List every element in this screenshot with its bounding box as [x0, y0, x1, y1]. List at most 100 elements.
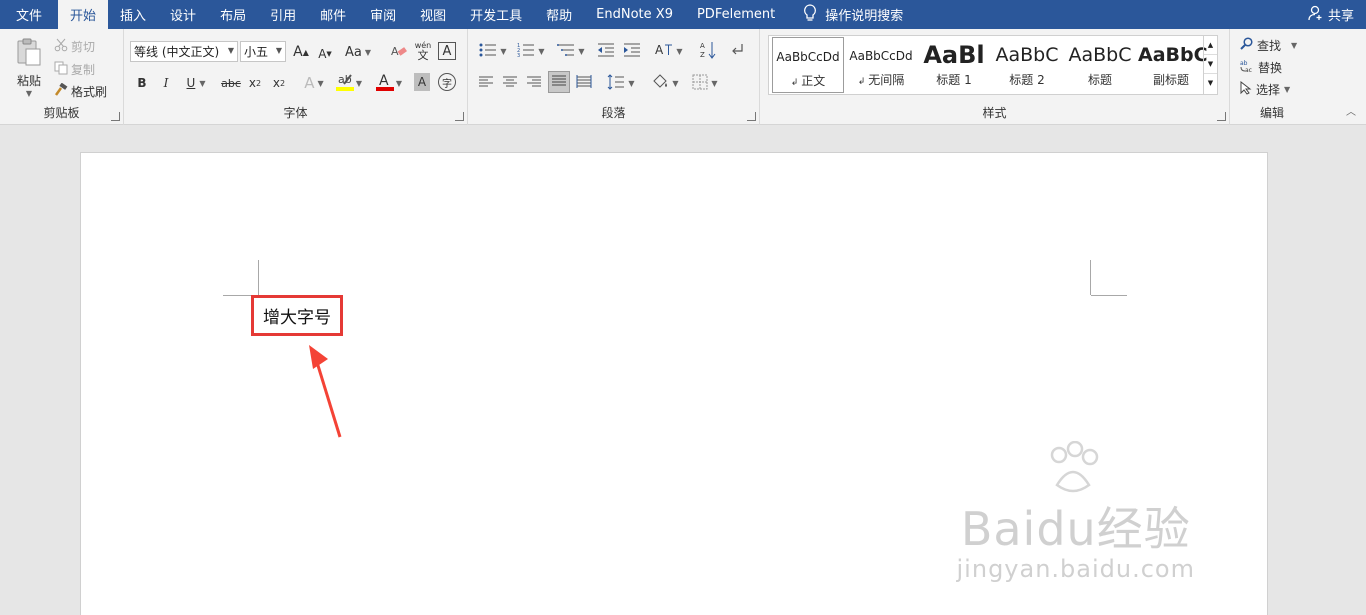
underline-button[interactable]: U ▼ — [182, 73, 210, 93]
style-preview: AaBl — [923, 41, 985, 69]
numbering-button[interactable]: 123 ▼ — [514, 41, 548, 61]
character-shading-button[interactable]: A — [414, 73, 430, 91]
line-spacing-button[interactable]: ▼ — [604, 73, 638, 93]
replace-button[interactable]: ab ac 替换 — [1240, 57, 1282, 77]
tab-endnote[interactable]: EndNote X9 — [584, 0, 685, 29]
styles-gallery: AaBbCcDd ↲ 正文 AaBbCcDd ↲ 无间隔 AaBl 标题 1 A… — [768, 35, 1218, 95]
style-subtitle[interactable]: AaBbC 副标题 — [1135, 37, 1207, 93]
tab-view[interactable]: 视图 — [408, 0, 458, 29]
shading-button[interactable]: ▼ — [648, 73, 682, 93]
style-preview: AaBbC — [995, 44, 1059, 66]
styles-scrollbar[interactable]: ▲ ▼ ▼ — [1203, 36, 1217, 94]
copy-icon — [54, 61, 68, 78]
align-left-icon — [478, 75, 494, 92]
borders-button[interactable]: ▼ — [688, 73, 722, 93]
sort-button[interactable]: AZ — [698, 41, 718, 61]
align-left-button[interactable] — [476, 73, 496, 93]
more-styles-icon[interactable]: ▼ — [1204, 74, 1217, 93]
format-painter-button[interactable]: 格式刷 — [54, 82, 107, 100]
change-case-button[interactable]: Aa ▼ — [342, 42, 374, 62]
enclose-characters-button[interactable]: 字 — [438, 73, 456, 91]
phonetic-guide-button[interactable]: wén 文 — [414, 39, 432, 63]
tab-pdfelement[interactable]: PDFelement — [685, 0, 787, 29]
style-heading-1[interactable]: AaBl 标题 1 — [918, 37, 990, 93]
clear-formatting-button[interactable]: A — [390, 42, 408, 62]
underline-icon: U — [186, 76, 196, 90]
enclose-characters-icon: 字 — [442, 78, 452, 90]
style-normal[interactable]: AaBbCcDd ↲ 正文 — [772, 37, 844, 93]
cut-label: 剪切 — [71, 39, 96, 54]
strikethrough-button[interactable]: abc — [220, 73, 242, 93]
svg-text:A: A — [655, 43, 664, 57]
dialog-launcher-icon[interactable] — [111, 112, 120, 121]
font-size-select[interactable]: 小五 ▼ — [240, 41, 286, 62]
document-text[interactable]: 增大字号 — [251, 295, 343, 336]
scroll-down-icon[interactable]: ▼ — [1204, 55, 1217, 74]
clipboard-icon — [14, 37, 44, 70]
tab-file[interactable]: 文件 — [0, 0, 58, 29]
decrease-indent-button[interactable] — [596, 41, 616, 61]
character-border-button[interactable]: A — [438, 42, 456, 60]
chinese-layout-button[interactable]: A ▼ — [652, 41, 686, 61]
superscript-mark: 2 — [280, 78, 286, 88]
increase-indent-button[interactable] — [622, 41, 642, 61]
crop-mark — [1091, 295, 1127, 296]
distributed-button[interactable] — [574, 73, 594, 93]
subscript-button[interactable]: x2 — [246, 73, 264, 93]
show-paragraph-marks-button[interactable] — [728, 41, 748, 61]
style-no-spacing[interactable]: AaBbCcDd ↲ 无间隔 — [845, 37, 917, 93]
tab-design[interactable]: 设计 — [158, 0, 208, 29]
tab-layout[interactable]: 布局 — [208, 0, 258, 29]
justify-button[interactable] — [548, 71, 570, 93]
tab-help[interactable]: 帮助 — [534, 0, 584, 29]
align-center-button[interactable] — [500, 73, 520, 93]
eraser-icon: A — [391, 43, 407, 62]
font-name-select[interactable]: 等线 (中文正文) ▼ — [130, 41, 238, 62]
style-name: 标题 2 — [1009, 73, 1045, 87]
multilevel-list-button[interactable]: ▼ — [554, 41, 588, 61]
watermark-sub: jingyan.baidu.com — [956, 555, 1195, 583]
paste-button[interactable]: 粘贴 ▼ — [10, 35, 48, 99]
cut-button[interactable]: 剪切 — [54, 37, 95, 55]
scroll-up-icon[interactable]: ▲ — [1204, 36, 1217, 55]
tab-references[interactable]: 引用 — [258, 0, 308, 29]
cursor-arrow-icon — [1240, 80, 1252, 98]
style-heading-2[interactable]: AaBbC 标题 2 — [991, 37, 1063, 93]
italic-button[interactable]: I — [158, 73, 174, 93]
superscript-button[interactable]: x2 — [270, 73, 288, 93]
return-arrow-icon — [731, 43, 745, 60]
tab-review[interactable]: 审阅 — [358, 0, 408, 29]
shrink-font-icon: A — [318, 47, 327, 61]
bold-button[interactable]: B — [134, 73, 150, 93]
font-name-value: 等线 (中文正文) — [134, 45, 220, 59]
copy-button[interactable]: 复制 — [54, 60, 95, 78]
collapse-ribbon-icon[interactable]: ︿ — [1346, 103, 1356, 118]
dialog-launcher-icon[interactable] — [455, 112, 464, 121]
shrink-font-button[interactable]: A ▼ — [316, 44, 334, 64]
svg-text:3: 3 — [517, 53, 520, 58]
select-label: 选择 — [1256, 82, 1281, 97]
select-button[interactable]: 选择 ▼ — [1240, 79, 1290, 99]
font-size-value: 小五 — [244, 45, 269, 59]
text-highlight-button[interactable]: ab ▼ — [334, 71, 364, 95]
document-page[interactable]: 增大字号 Baidu经验 jingyan.baidu.com — [80, 152, 1268, 615]
crop-mark — [1090, 260, 1091, 295]
tell-me-search[interactable]: 操作说明搜索 — [787, 3, 903, 26]
grow-font-button[interactable]: A ▲ — [292, 42, 310, 62]
share-button[interactable]: 共享 — [1308, 0, 1354, 29]
grow-font-icon: A — [293, 44, 303, 60]
tab-home[interactable]: 开始 — [58, 0, 109, 29]
tab-mailings[interactable]: 邮件 — [308, 0, 358, 29]
dialog-launcher-icon[interactable] — [747, 112, 756, 121]
font-color-button[interactable]: A ▼ — [374, 71, 404, 95]
tab-insert[interactable]: 插入 — [108, 0, 158, 29]
text-effects-button[interactable]: A ▼ — [300, 73, 328, 93]
chevron-down-icon: ▼ — [25, 88, 33, 98]
align-right-button[interactable] — [524, 73, 544, 93]
dialog-launcher-icon[interactable] — [1217, 112, 1226, 121]
search-icon — [1240, 37, 1253, 53]
style-title[interactable]: AaBbC 标题 — [1064, 37, 1136, 93]
bullets-button[interactable]: ▼ — [476, 41, 510, 61]
tab-developer[interactable]: 开发工具 — [458, 0, 534, 29]
find-button[interactable]: 查找 ▼ — [1240, 35, 1297, 55]
